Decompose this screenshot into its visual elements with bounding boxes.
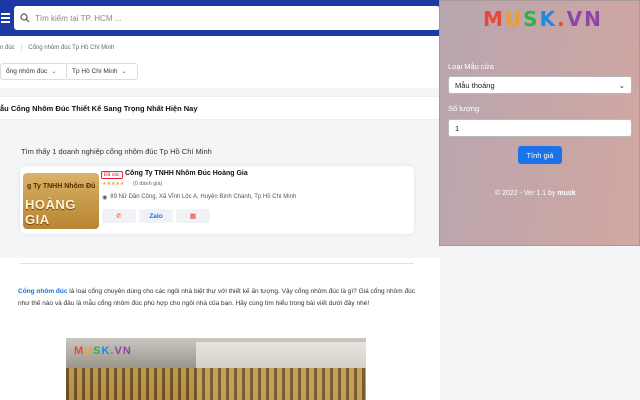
quantity-input[interactable]: 1	[448, 119, 632, 137]
brand-logo: MUSK.VN	[483, 7, 603, 31]
page-title: ẫu Cổng Nhôm Đúc Thiết Kế Sang Trọng Nhấ…	[0, 96, 440, 120]
address: ◉ 89 Nữ Dân Công, Xã Vĩnh Lộc A, Huyện B…	[102, 194, 296, 201]
search-icon	[20, 13, 30, 23]
filter-label: Tp Hồ Chí Minh	[72, 68, 118, 75]
address-text: 89 Nữ Dân Công, Xã Vĩnh Lộc A, Huyện Bìn…	[110, 194, 297, 200]
map-button[interactable]: ▦	[176, 209, 210, 223]
filter-location[interactable]: Tp Hồ Chí Minh ⌄	[66, 63, 138, 80]
door-type-select[interactable]: Mẫu thoáng ⌄	[448, 76, 632, 94]
breadcrumb-item[interactable]: Cổng nhôm đúc Tp Hồ Chí Minh	[28, 45, 114, 51]
filter-category[interactable]: ổng nhôm đúc ⌄	[0, 63, 68, 80]
star-rating: ★★★★★	[102, 181, 125, 187]
results-count: Tìm thấy 1 doanh nghiệp cổng nhôm đúc Tp…	[21, 147, 212, 156]
photo-watermark: MUSK.VN	[74, 345, 132, 357]
map-icon: ▦	[189, 213, 197, 220]
search-input[interactable]	[35, 13, 415, 23]
breadcrumb: n đúc | Cổng nhôm đúc Tp Hồ Chí Minh	[0, 45, 114, 51]
logo-text: g Ty TNHH Nhôm Đú	[27, 183, 96, 190]
article-text: là loại cổng chuyên dùng cho các ngôi nh…	[18, 288, 415, 307]
photo-gate	[66, 368, 366, 400]
chevron-down-icon: ⌄	[121, 69, 127, 75]
zalo-button[interactable]: Zalo	[139, 209, 173, 223]
company-logo[interactable]: g Ty TNHH Nhôm Đú HOÀNG GIA	[23, 173, 99, 229]
hamburger-icon	[1, 13, 10, 15]
search-box[interactable]	[14, 6, 440, 30]
divider	[20, 263, 414, 264]
article-intro: Cổng nhôm đúc là loại cổng chuyên dùng c…	[18, 286, 418, 310]
phone-icon: ✆	[116, 213, 122, 220]
call-button[interactable]: ✆	[102, 209, 136, 223]
filter-label: ổng nhôm đúc	[6, 68, 48, 75]
door-type-value: Mẫu thoáng	[455, 80, 495, 90]
header-area	[0, 36, 440, 88]
logo-text: HOÀNG GIA	[25, 197, 76, 227]
breadcrumb-separator: |	[20, 45, 23, 51]
article-link[interactable]: Cổng nhôm đúc	[18, 288, 67, 295]
chevron-down-icon: ⌄	[51, 69, 57, 75]
menu-button[interactable]	[0, 6, 12, 30]
popup-footer: © 2022 - Ver 1.1 by musk	[495, 190, 576, 197]
company-name[interactable]: Công Ty TNHH Nhôm Đúc Hoàng Gia	[125, 170, 248, 177]
door-type-label: Loại Mẫu cửa	[448, 62, 494, 71]
verified-badge: Đã xác	[101, 171, 123, 179]
quantity-label: Số lượng	[448, 104, 480, 113]
breadcrumb-item[interactable]: n đúc	[0, 45, 15, 51]
pin-icon: ◉	[102, 195, 108, 201]
calculate-price-button[interactable]: Tính giá	[518, 146, 562, 164]
rating-count: (0 đánh giá)	[133, 181, 163, 187]
chevron-down-icon: ⌄	[618, 80, 625, 90]
